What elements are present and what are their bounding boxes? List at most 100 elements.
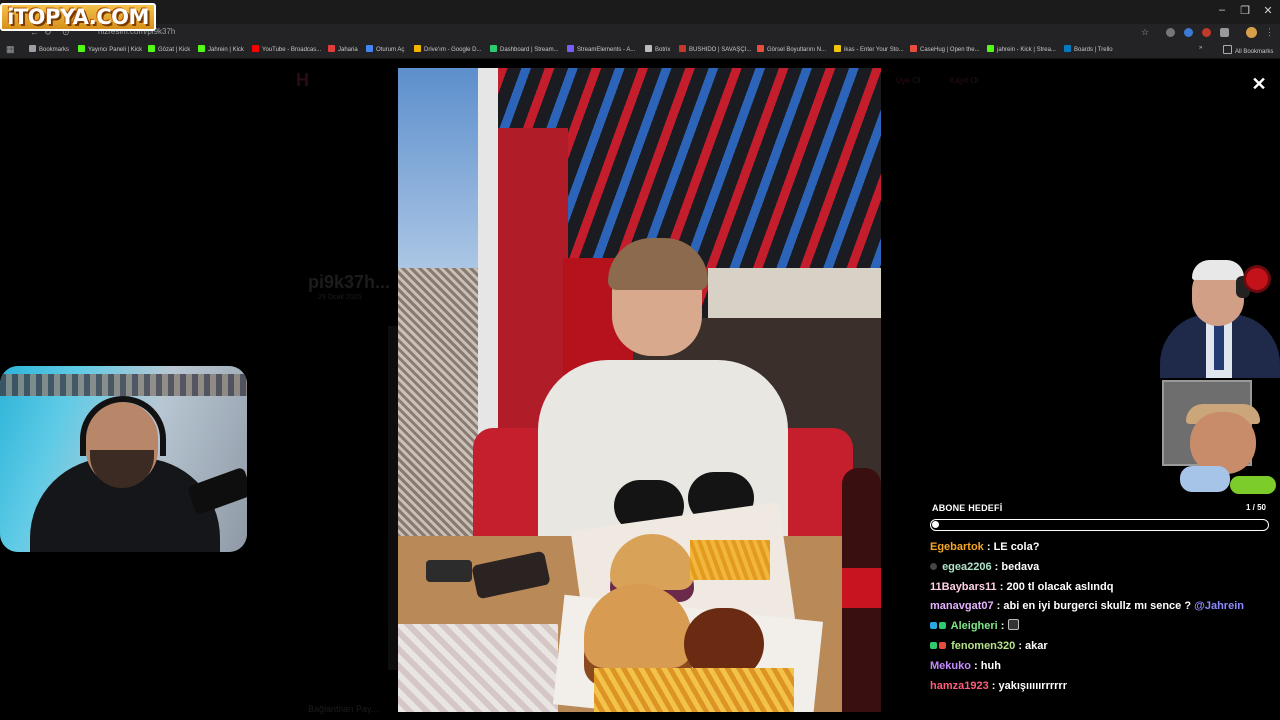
all-bookmarks-folder[interactable]: All Bookmarks	[1223, 45, 1273, 55]
chat-text: 200 tl olacak aslındq	[1006, 580, 1114, 593]
close-window-icon[interactable]: ✕	[1260, 4, 1276, 17]
chat-mention: @Jahrein	[1194, 600, 1244, 613]
bookmark-favicon-icon	[645, 45, 652, 52]
chat-username: Mekuko	[930, 659, 971, 672]
fries	[594, 668, 794, 712]
window-frame	[478, 68, 498, 488]
menu-dots-icon[interactable]: ⋮	[1265, 27, 1274, 38]
kick-icon	[198, 45, 205, 52]
badge-icon	[930, 622, 937, 630]
bookmark-item[interactable]: YouTube - Broadcas...	[252, 45, 321, 53]
browser-tabstrip: – ❐ ✕	[0, 0, 1280, 24]
bookmark-item[interactable]: Dashboard | Stream...	[490, 45, 559, 53]
chat-message: egea2206 : bedava	[930, 558, 1275, 578]
page-title-ghost: pi9k37h...	[308, 272, 391, 292]
bookmarks-bar: ▦ Bookmarks Yayıncı Paneli | Kick Gözat …	[0, 42, 1280, 59]
chat-overlay: Egebartok : LE cola? egea2206 : bedava 1…	[930, 538, 1275, 696]
kick-icon	[148, 45, 155, 52]
bookmark-favicon-icon	[29, 45, 36, 52]
extension-icon[interactable]	[1184, 28, 1193, 37]
extension-icon[interactable]	[1166, 28, 1175, 37]
overlay-character-suit	[1160, 258, 1280, 378]
chat-username: fenomen320	[951, 639, 1016, 652]
face	[1190, 412, 1256, 474]
chat-text: LE cola?	[993, 541, 1040, 553]
figure-shelf	[0, 374, 247, 396]
image-border-ghost	[388, 326, 398, 670]
chat-text: akar	[1025, 639, 1048, 652]
date-ghost: 29 Ocak 2025	[318, 294, 362, 301]
chat-username: hamza1923	[930, 679, 989, 692]
apps-grid-icon[interactable]: ▦	[6, 44, 15, 55]
bookmark-item[interactable]: StreamElements - A...	[567, 45, 635, 53]
bookmark-item[interactable]: Yayıncı Paneli | Kick	[78, 45, 142, 53]
sub-goal-title: ABONE HEDEFİ	[932, 503, 1003, 513]
chat-username: Aleigheri	[950, 620, 998, 633]
phone	[426, 560, 472, 582]
chat-message: Aleigheri :	[930, 617, 1275, 637]
extension-icon[interactable]	[1202, 28, 1211, 37]
badge-icon	[930, 641, 937, 649]
chat-message: fenomen320 : akar	[930, 637, 1275, 657]
bookmark-favicon-icon	[910, 45, 917, 52]
share-ghost: Bağlantıları Pay...	[308, 704, 379, 714]
sauce-tray	[398, 624, 558, 712]
chat-text: abi en iyi burgerci skullz mı sence ?	[1003, 600, 1192, 613]
nav-ghost: Üye Ol	[896, 76, 921, 85]
white-hair	[1192, 260, 1244, 280]
tie	[1214, 320, 1224, 370]
hands	[1180, 466, 1230, 492]
bookmark-item[interactable]: Boards | Trello	[1064, 45, 1113, 53]
bookmark-item[interactable]: Botrix	[645, 45, 670, 53]
nav-ghost: Kayıt Ol	[950, 76, 979, 85]
chat-message: manavgat07 : abi en iyi burgerci skullz …	[930, 600, 1244, 613]
chat-username: egea2206	[942, 560, 992, 573]
chat-message: Egebartok : LE cola?	[930, 541, 1040, 553]
bookmark-item[interactable]: Jaharia	[328, 45, 358, 53]
chat-message: 11Baybars11 : 200 tl olacak aslındq	[930, 580, 1114, 593]
sub-goal-progress-fill	[932, 521, 939, 528]
bookmark-item[interactable]: Drive'ım - Google D...	[414, 45, 482, 53]
chat-text: yakışııııırrrrrr	[998, 679, 1068, 692]
overlay-character-pot	[1160, 380, 1276, 498]
bookmark-item[interactable]: Gözat | Kick	[148, 45, 190, 53]
bookmark-item[interactable]: jahrein - Kick | Strea...	[987, 45, 1056, 53]
minimize-icon[interactable]: –	[1214, 4, 1230, 16]
google-icon	[366, 45, 373, 52]
sub-goal-count: 1 / 50	[1245, 503, 1266, 512]
sub-goal-progress-bar	[930, 519, 1269, 531]
bookmark-item[interactable]: Jahrein | Kick	[198, 45, 244, 53]
bookmark-favicon-icon	[757, 45, 764, 52]
extensions-puzzle-icon[interactable]	[1220, 28, 1229, 37]
trello-icon	[1064, 45, 1071, 52]
bookmark-item[interactable]: Bookmarks	[29, 45, 69, 53]
chat-text: bedava	[1001, 560, 1040, 573]
bookmark-item[interactable]: CaseHug | Open the...	[910, 45, 980, 53]
bookmark-item[interactable]: Görsel Boyutlarını N...	[757, 45, 826, 53]
bookmark-item[interactable]: BUSHIDO | SAVAŞÇI...	[679, 45, 751, 53]
folder-icon	[1223, 45, 1232, 54]
rose-icon	[1246, 268, 1268, 290]
badge-icon	[939, 641, 946, 649]
lightbox-image[interactable]	[398, 68, 881, 712]
profile-avatar[interactable]	[1246, 27, 1257, 38]
more-bookmarks-icon[interactable]: »	[1199, 45, 1202, 51]
bookmark-favicon-icon	[834, 45, 841, 52]
chat-username: Egebartok	[930, 541, 984, 553]
youtube-icon	[252, 45, 259, 52]
badge-icon	[930, 562, 937, 570]
restore-icon[interactable]: ❐	[1237, 4, 1253, 17]
close-lightbox-icon[interactable]: ✕	[1250, 75, 1268, 93]
address-bar-row: ← ↻ ⊙ hizresim.com/pi9k37h ☆ ⋮	[0, 24, 1280, 42]
chat-text: huh	[980, 659, 1001, 672]
bookmark-item[interactable]: ikas - Enter Your Sto...	[834, 45, 904, 53]
menu-board	[708, 268, 881, 318]
drive-icon	[414, 45, 421, 52]
chat-message: Mekuko : huh	[930, 659, 1001, 672]
kick-icon	[78, 45, 85, 52]
fries	[690, 540, 770, 580]
bookmark-favicon-icon	[490, 45, 497, 52]
star-icon[interactable]: ☆	[1141, 27, 1149, 38]
emote-icon	[1007, 619, 1019, 631]
bookmark-item[interactable]: Oturum Aç	[366, 45, 404, 53]
